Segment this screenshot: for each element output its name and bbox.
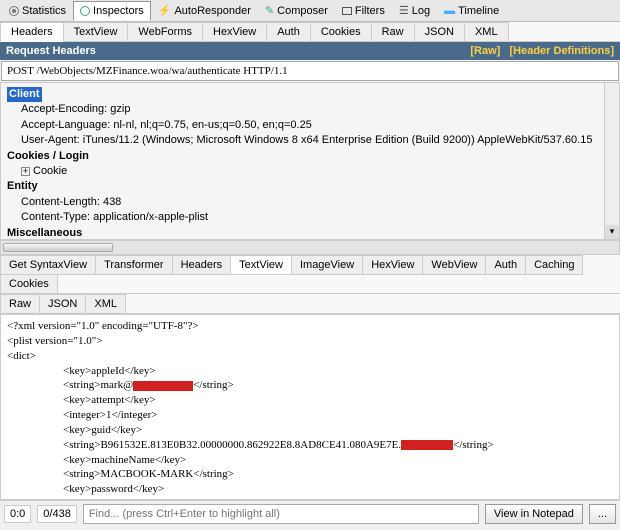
- filters-tab[interactable]: Filters: [335, 1, 392, 21]
- accept-language: Accept-Language: nl-nl, nl;q=0.75, en-us…: [7, 118, 613, 133]
- timeline-tab[interactable]: ▬Timeline: [437, 1, 506, 21]
- accept-encoding: Accept-Encoding: gzip: [7, 102, 613, 117]
- resp-tab-syntax[interactable]: Get SyntaxView: [0, 255, 96, 275]
- statistics-icon: [9, 6, 19, 16]
- autoresponder-tab[interactable]: ⚡AutoResponder: [151, 1, 258, 21]
- req-tab-hexview[interactable]: HexView: [202, 22, 267, 41]
- request-line: POST /WebObjects/MZFinance.woa/wa/authen…: [1, 61, 619, 81]
- response-text-view[interactable]: <?xml version="1.0" encoding="UTF-8"?> <…: [0, 314, 620, 500]
- scroll-down-icon[interactable]: ▾: [605, 225, 619, 239]
- resp-tab-textview[interactable]: TextView: [230, 255, 292, 275]
- resp-tab-json[interactable]: JSON: [39, 294, 86, 314]
- filter-icon: [342, 7, 352, 15]
- resp-tab-webview[interactable]: WebView: [422, 255, 486, 275]
- raw-link[interactable]: [Raw]: [470, 45, 500, 57]
- redacted-email: [133, 381, 193, 391]
- request-headers-box: Client Accept-Encoding: gzip Accept-Lang…: [0, 82, 620, 240]
- log-icon: ☰: [399, 4, 409, 17]
- request-headers-title: Request Headers [Raw] [Header Definition…: [0, 42, 620, 60]
- resp-tab-caching[interactable]: Caching: [525, 255, 583, 275]
- resp-tab-cookies[interactable]: Cookies: [0, 274, 58, 294]
- status-bar: 0:0 0/438 View in Notepad ...: [0, 500, 620, 526]
- view-in-notepad-button[interactable]: View in Notepad: [485, 504, 583, 524]
- cookie-node[interactable]: +Cookie: [7, 164, 613, 179]
- req-tab-raw[interactable]: Raw: [371, 22, 415, 41]
- response-tab-strip: Get SyntaxView Transformer Headers TextV…: [0, 255, 620, 294]
- req-tab-json[interactable]: JSON: [414, 22, 465, 41]
- lightning-icon: ⚡: [158, 4, 172, 17]
- inspectors-tab[interactable]: Inspectors: [73, 1, 151, 21]
- content-length: Content-Length: 438: [7, 195, 613, 210]
- log-tab[interactable]: ☰Log: [392, 1, 437, 21]
- resp-tab-hexview[interactable]: HexView: [362, 255, 423, 275]
- req-tab-auth[interactable]: Auth: [266, 22, 311, 41]
- resp-tab-auth[interactable]: Auth: [485, 255, 526, 275]
- vertical-scrollbar[interactable]: ▾: [604, 83, 619, 239]
- horizontal-scrollbar[interactable]: [0, 240, 620, 255]
- req-tab-xml[interactable]: XML: [464, 22, 509, 41]
- resp-tab-raw[interactable]: Raw: [0, 294, 40, 314]
- cursor-position: 0:0: [4, 505, 31, 523]
- req-tab-cookies[interactable]: Cookies: [310, 22, 372, 41]
- pencil-icon: ✎: [265, 4, 274, 17]
- main-toolbar: Statistics Inspectors ⚡AutoResponder ✎Co…: [0, 0, 620, 22]
- expand-icon[interactable]: +: [21, 167, 30, 176]
- statistics-tab[interactable]: Statistics: [2, 1, 73, 21]
- misc-group: Miscellaneous: [7, 226, 613, 240]
- redacted-guid: [401, 440, 453, 450]
- find-input[interactable]: [83, 504, 479, 524]
- req-tab-headers[interactable]: Headers: [0, 22, 64, 42]
- composer-tab[interactable]: ✎Composer: [258, 1, 335, 21]
- client-group: Client: [7, 87, 42, 102]
- req-tab-textview[interactable]: TextView: [63, 22, 129, 41]
- header-definitions-link[interactable]: [Header Definitions]: [509, 45, 614, 57]
- entity-group: Entity: [7, 179, 613, 194]
- inspectors-icon: [80, 6, 90, 16]
- resp-tab-headers[interactable]: Headers: [172, 255, 232, 275]
- response-tab-strip-2: Raw JSON XML: [0, 294, 620, 314]
- byte-count: 0/438: [37, 505, 77, 523]
- more-button[interactable]: ...: [589, 504, 616, 524]
- content-type: Content-Type: application/x-apple-plist: [7, 210, 613, 225]
- resp-tab-transformer[interactable]: Transformer: [95, 255, 173, 275]
- timeline-icon: ▬: [444, 5, 455, 17]
- resp-tab-imageview[interactable]: ImageView: [291, 255, 363, 275]
- resp-tab-xml[interactable]: XML: [85, 294, 126, 314]
- req-tab-webforms[interactable]: WebForms: [127, 22, 203, 41]
- cookies-login-group: Cookies / Login: [7, 149, 613, 164]
- user-agent: User-Agent: iTunes/11.2 (Windows; Micros…: [7, 133, 613, 148]
- request-tab-strip: Headers TextView WebForms HexView Auth C…: [0, 22, 620, 42]
